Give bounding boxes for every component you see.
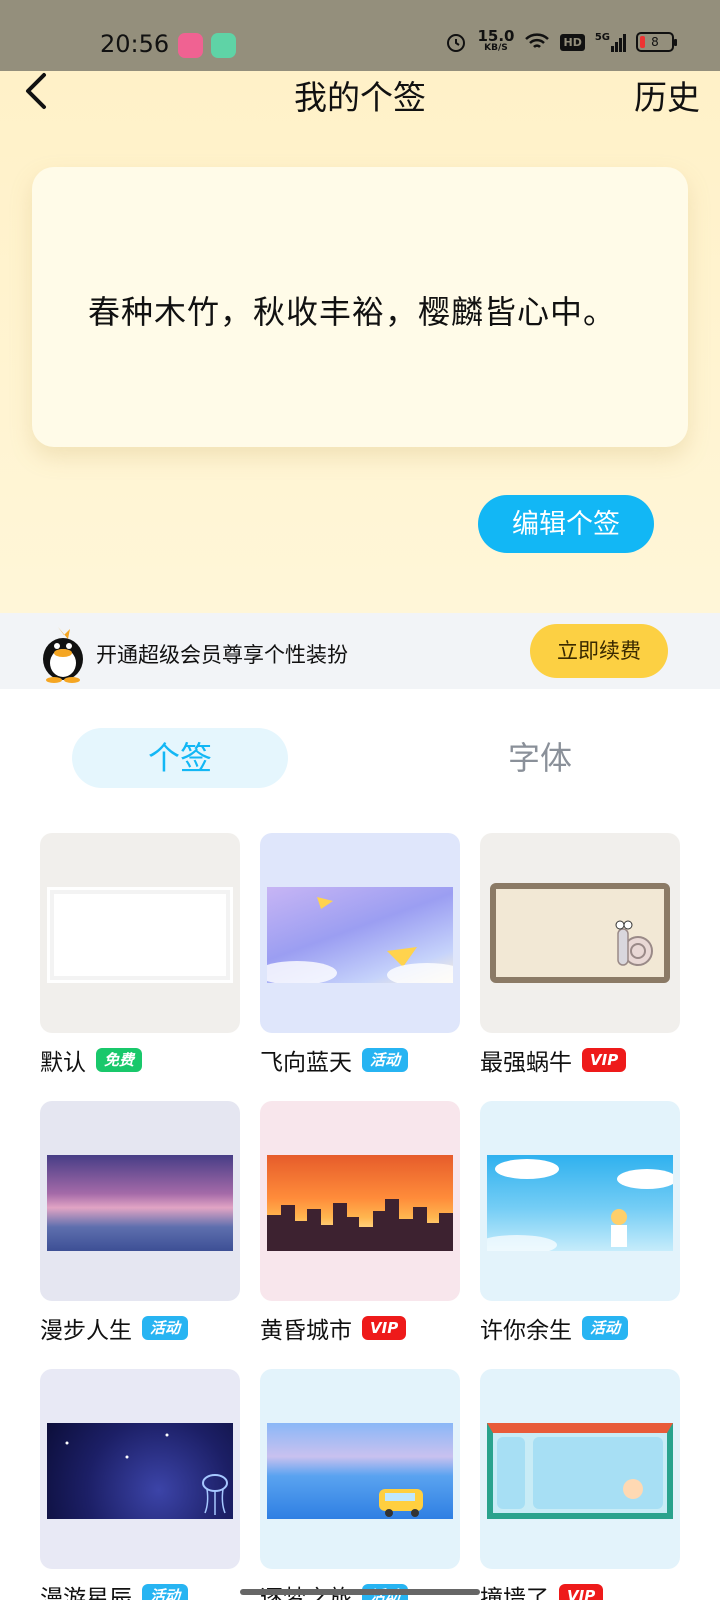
qq-penguin-icon	[43, 627, 83, 683]
battery-level: 8	[651, 35, 659, 49]
clouds-icon	[480, 1159, 677, 1255]
style-thumbnail	[480, 1369, 680, 1569]
style-thumbnail	[480, 1101, 680, 1301]
signature-text: 春种木竹，秋收丰裕，樱麟皆心中。	[88, 293, 617, 331]
message-notification-icon	[211, 33, 236, 58]
style-thumbnail	[260, 1101, 460, 1301]
style-thumbnail	[40, 833, 240, 1033]
vip-promo-text: 开通超级会员尊享个性装扮	[96, 643, 348, 667]
hd-icon: HD	[560, 33, 585, 51]
history-button[interactable]: 历史	[634, 71, 700, 119]
speed-value: 15.0	[477, 27, 515, 45]
signature-card[interactable]: 春种木竹，秋收丰裕，樱麟皆心中。	[32, 167, 688, 447]
style-name: 最强蜗牛	[480, 1050, 572, 1076]
paper-plane-icon	[260, 897, 460, 987]
event-badge: 活动	[142, 1316, 189, 1340]
style-name: 黄昏城市	[260, 1318, 352, 1344]
city-skyline-icon	[267, 1199, 453, 1251]
edit-signature-button[interactable]: 编辑个签	[478, 495, 654, 553]
style-name: 许你余生	[480, 1318, 572, 1344]
alarm-icon	[447, 34, 466, 52]
home-indicator[interactable]	[240, 1589, 480, 1595]
style-card-fly-to-sky[interactable]: 飞向蓝天 活动	[260, 833, 460, 1076]
vip-badge: VIP	[582, 1048, 627, 1072]
event-badge: 活动	[142, 1584, 189, 1600]
notification-icons	[178, 33, 236, 58]
snail-icon	[615, 920, 653, 966]
style-card-walk-life[interactable]: 漫步人生 活动	[40, 1101, 240, 1344]
style-name: 撞墙了	[480, 1586, 549, 1600]
page-title: 我的个签	[294, 78, 426, 117]
style-card-snail[interactable]: 最强蜗牛 VIP	[480, 833, 680, 1076]
wifi-icon	[525, 33, 550, 48]
tab-signature[interactable]: 个签	[72, 728, 288, 788]
network-type: 5G	[594, 32, 610, 43]
style-thumbnail	[40, 1369, 240, 1569]
style-thumbnail	[260, 833, 460, 1033]
battery-fill	[640, 36, 645, 48]
status-time: 20:56	[100, 30, 170, 58]
event-badge: 活动	[362, 1048, 409, 1072]
network-speed: 15.0 KB/S	[477, 27, 515, 54]
battery-icon: 8	[636, 32, 677, 52]
free-badge: 免费	[96, 1048, 143, 1072]
vip-badge: VIP	[362, 1316, 407, 1340]
renew-button[interactable]: 立即续费	[530, 624, 668, 678]
style-thumbnail	[480, 833, 680, 1033]
status-right: 15.0 KB/S HD 5G 8	[445, 27, 677, 54]
van-icon	[379, 1489, 423, 1517]
event-badge: 活动	[582, 1316, 629, 1340]
rabbit-icon	[497, 1437, 663, 1509]
tab-font[interactable]: 字体	[432, 728, 648, 788]
style-thumbnail	[40, 1101, 240, 1301]
jellyfish-icon	[65, 1433, 228, 1515]
style-thumbnail	[260, 1369, 460, 1569]
style-card-roam-stars[interactable]: 漫游星辰 活动	[40, 1369, 240, 1600]
style-card-dream-journey[interactable]: 逐梦之旅 活动	[260, 1369, 460, 1600]
style-card-dusk-city[interactable]: 黄昏城市 VIP	[260, 1101, 460, 1344]
vip-promo-banner: 开通超级会员尊享个性装扮 立即续费	[0, 613, 720, 689]
style-card-default[interactable]: 默认 免费	[40, 833, 240, 1076]
style-card-hit-wall[interactable]: 撞墙了 VIP	[480, 1369, 680, 1600]
signal-icon: 5G	[595, 32, 626, 52]
status-bar: 20:56 15.0 KB/S HD 5G 8	[0, 0, 720, 71]
style-name: 漫游星辰	[40, 1586, 132, 1600]
vip-badge: VIP	[559, 1584, 604, 1600]
signature-hero: 我的个签 历史 春种木竹，秋收丰裕，樱麟皆心中。 编辑个签	[0, 71, 720, 613]
style-name: 飞向蓝天	[260, 1050, 352, 1076]
style-name: 默认	[40, 1050, 86, 1076]
app-notification-icon	[178, 33, 203, 58]
style-card-rest-of-life[interactable]: 许你余生 活动	[480, 1101, 680, 1344]
style-name: 漫步人生	[40, 1318, 132, 1344]
